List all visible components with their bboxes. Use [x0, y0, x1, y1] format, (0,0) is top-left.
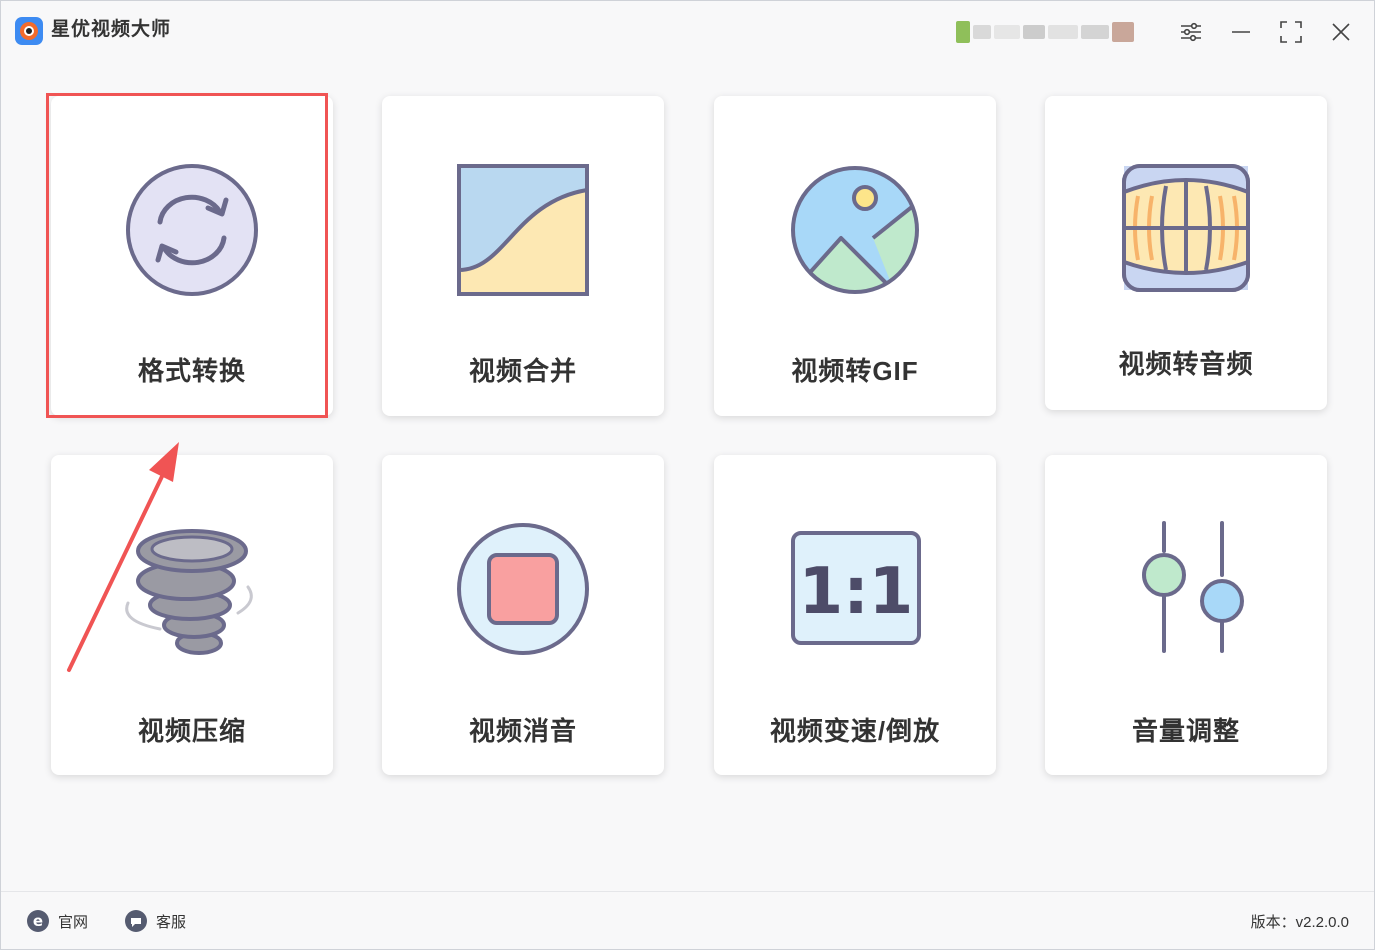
svg-text:e: e — [33, 912, 43, 930]
feature-label: 视频转GIF — [791, 356, 919, 386]
minimize-icon — [1232, 31, 1250, 33]
feature-card-video-mute[interactable]: 视频消音 — [382, 455, 664, 775]
feature-label: 视频转音频 — [1118, 349, 1254, 379]
website-link[interactable]: e 官网 — [26, 909, 88, 933]
version-label: 版本：v2.2.0.0 — [1250, 914, 1349, 931]
image-gif-icon — [791, 166, 919, 294]
support-label: 客服 — [156, 913, 187, 931]
feature-label: 格式转换 — [137, 356, 246, 386]
tornado-icon — [125, 529, 253, 655]
website-label: 官网 — [58, 913, 89, 931]
support-link[interactable]: 客服 — [124, 909, 186, 933]
feature-card-video-speed-reverse[interactable]: 1:1 视频变速/倒放 — [714, 455, 996, 775]
volume-sliders-icon — [1142, 521, 1244, 653]
feature-card-video-to-gif[interactable]: 视频转GIF — [714, 96, 996, 416]
audio-wave-icon — [1122, 164, 1250, 292]
chat-bubble-icon — [125, 910, 147, 932]
feature-card-video-to-audio[interactable]: 视频转音频 — [1045, 96, 1327, 410]
feature-card-format-convert[interactable]: 格式转换 — [51, 96, 333, 416]
stop-icon — [457, 523, 589, 655]
maximize-button[interactable] — [1276, 17, 1306, 47]
feature-card-video-compress[interactable]: 视频压缩 — [51, 455, 333, 775]
close-button[interactable] — [1326, 17, 1356, 47]
feature-label: 视频变速/倒放 — [769, 716, 941, 746]
app-logo-icon — [15, 17, 43, 45]
footer: e 官网 客服 版本：v2.2.0.0 — [1, 891, 1374, 950]
feature-card-video-merge[interactable]: 视频合并 — [382, 96, 664, 416]
app-title: 星优视频大师 — [51, 19, 172, 40]
app-window: 星优视频大师 格式转换 视频合并 视频转GIF 视频转音频 视频压缩 视频消音 … — [0, 0, 1375, 950]
feature-label: 视频合并 — [468, 356, 577, 386]
feature-label: 视频消音 — [468, 716, 577, 746]
ratio-text: 1:1 — [799, 555, 914, 629]
close-icon — [1332, 23, 1350, 41]
minimize-button[interactable] — [1226, 17, 1256, 47]
title-bar: 星优视频大师 — [1, 1, 1374, 63]
user-account-blurred[interactable] — [956, 18, 1151, 46]
maximize-icon — [1280, 21, 1302, 43]
feature-label: 视频压缩 — [137, 716, 246, 746]
merge-icon — [457, 164, 589, 296]
convert-icon — [126, 164, 258, 296]
settings-button[interactable] — [1176, 17, 1206, 47]
browser-e-icon: e — [27, 910, 49, 932]
feature-label: 音量调整 — [1131, 716, 1240, 746]
ratio-icon: 1:1 — [791, 531, 921, 645]
feature-card-volume-adjust[interactable]: 音量调整 — [1045, 455, 1327, 775]
sliders-icon — [1181, 22, 1201, 42]
